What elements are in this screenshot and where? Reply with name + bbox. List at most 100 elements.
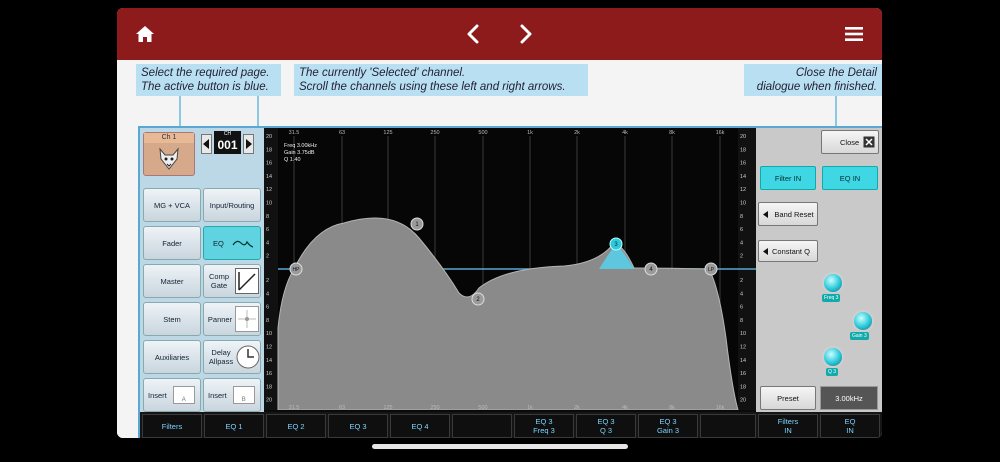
page-input-routing-button[interactable]: Input/Routing [203,188,261,222]
tab-eq-2[interactable]: EQ 2 [266,414,326,438]
channel-next-button[interactable] [243,134,254,154]
home-button[interactable] [129,18,161,50]
gain-3-knob[interactable] [852,310,874,332]
freq-tick-label: 4k [622,405,628,410]
freq-tick-label: 1k [527,405,533,410]
freq-tick-label: 63 [339,130,345,136]
db-tick-label: 4 [740,240,743,246]
db-tick-label: 2 [266,278,269,284]
db-tick-label: 6 [740,305,743,311]
db-tick-label: 12 [740,345,746,351]
db-tick-label: 18 [740,384,746,390]
menu-button[interactable] [838,18,870,50]
page-auxiliaries-button[interactable]: Auxiliaries [143,340,201,374]
tab-eq-3[interactable]: EQ 3 [328,414,388,438]
page-button-label: Fader [162,238,182,248]
channel-prev-button[interactable] [201,134,212,154]
freq-tick-label: 500 [478,130,487,136]
page-comp-gate-button[interactable]: Comp Gate [203,264,261,298]
callout-selected-channel: The currently 'Selected' channel. Scroll… [294,64,588,96]
preset-label: Preset [777,393,799,403]
channel-badge[interactable]: Ch 1 [143,132,195,176]
tab-empty[interactable] [452,414,512,438]
tab-eq-1[interactable]: EQ 1 [204,414,264,438]
preset-button[interactable]: Preset [760,386,816,410]
home-indicator[interactable] [372,444,628,449]
callout-leader [179,96,181,126]
tab-filters-in[interactable]: Filters IN [758,414,818,438]
triangle-left-icon [763,247,768,255]
db-tick-label: 16 [740,161,746,167]
close-button[interactable]: Close [821,130,879,154]
page-insert-b-button[interactable]: Insert B [203,378,261,412]
eq-response-curve [277,217,739,410]
tab-eq-4[interactable]: EQ 4 [390,414,450,438]
tab-eq-3-gain-3[interactable]: EQ 3 Gain 3 [638,414,698,438]
page-eq-button[interactable]: EQ [203,226,261,260]
db-tick-label: 2 [266,254,269,260]
close-label: Close [840,137,860,147]
page-insert-a-button[interactable]: Insert A [143,378,201,412]
q-3-knob[interactable] [822,346,844,368]
db-tick-label: 8 [266,214,269,220]
freq-3-knob[interactable] [822,272,844,294]
eq-graph-svg: 31.5 63 125 250 500 1k 2k 4k 8k 16k 31.5 63 125 250 5… [264,128,756,410]
db-tick-label: 8 [740,214,743,220]
prev-page-button[interactable] [457,18,489,50]
eq-info-q: Q 1.40 [284,157,301,163]
band-reset-button[interactable]: Band Reset [758,202,818,226]
eq-controls-panel: Close Filter IN EQ IN Band Reset Constan… [756,128,882,418]
db-tick-label: 18 [740,147,746,153]
db-tick-label: 14 [740,174,746,180]
band-1-marker[interactable]: 1 [410,217,424,231]
eq-in-button[interactable]: EQ IN [822,166,878,190]
eq-in-label: EQ IN [839,173,861,183]
next-page-button[interactable] [510,18,542,50]
db-tick-label: 6 [740,227,743,233]
tab-label: EQ 2 [287,421,305,431]
app-screen: Select the required page. The active but… [117,8,882,438]
page-button-label: Comp Gate [208,272,229,290]
tab-empty[interactable] [700,414,756,438]
top-bar [117,8,882,60]
tab-filters[interactable]: Filters [142,414,202,438]
page-mg-vca-button[interactable]: MG + VCA [143,188,201,222]
marker-label: HP [293,267,301,273]
eq-graph[interactable]: 31.5 63 125 250 500 1k 2k 4k 8k 16k 31.5 63 125 250 5… [264,128,756,410]
page-button-label: Insert [208,390,227,400]
page-button-label: Insert [148,390,167,400]
tab-label: IN [784,426,792,435]
freq-axis-top: 31.5 63 125 250 500 1k 2k 4k 8k 16k [289,130,725,136]
eq-detail-panel: Ch 1 CH 001 MG + VCA Input/Routing Fader… [138,126,882,438]
freq-tick-label: 16k [716,405,725,410]
db-tick-label: 16 [266,371,272,377]
freq-tick-label: 125 [383,405,392,410]
band-2-marker[interactable]: 2 [471,292,485,306]
db-tick-label: 18 [266,147,272,153]
band-3-marker[interactable]: 3 [609,237,623,251]
tab-eq-in[interactable]: EQ IN [820,414,880,438]
page-panner-button[interactable]: Panner [203,302,261,336]
db-tick-label: 16 [740,371,746,377]
page-delay-allpass-button[interactable]: Delay Allpass [203,340,261,374]
clock-icon [236,345,260,369]
filter-in-button[interactable]: Filter IN [760,166,816,190]
page-stem-button[interactable]: Stem [143,302,201,336]
tab-eq-3-q-3[interactable]: EQ 3Q 3 [576,414,636,438]
page-master-button[interactable]: Master [143,264,201,298]
db-tick-label: 20 [740,134,746,140]
page-button-label: MG + VCA [153,200,191,210]
db-tick-label: 14 [266,174,272,180]
freq-tick-label: 63 [339,405,345,410]
freq-tick-label: 250 [430,130,439,136]
hp-marker[interactable]: HP [289,262,303,276]
lp-marker[interactable]: LP [704,262,718,276]
band-4-marker[interactable]: 4 [644,262,658,276]
callout-leader [257,96,259,126]
db-tick-label: 4 [266,291,269,297]
tab-eq-3-freq-3[interactable]: EQ 3 Freq 3 [514,414,574,438]
page-fader-button[interactable]: Fader [143,226,201,260]
constant-q-button[interactable]: Constant Q [758,240,818,262]
db-tick-label: 12 [266,187,272,193]
freq-tick-label: 8k [669,405,675,410]
